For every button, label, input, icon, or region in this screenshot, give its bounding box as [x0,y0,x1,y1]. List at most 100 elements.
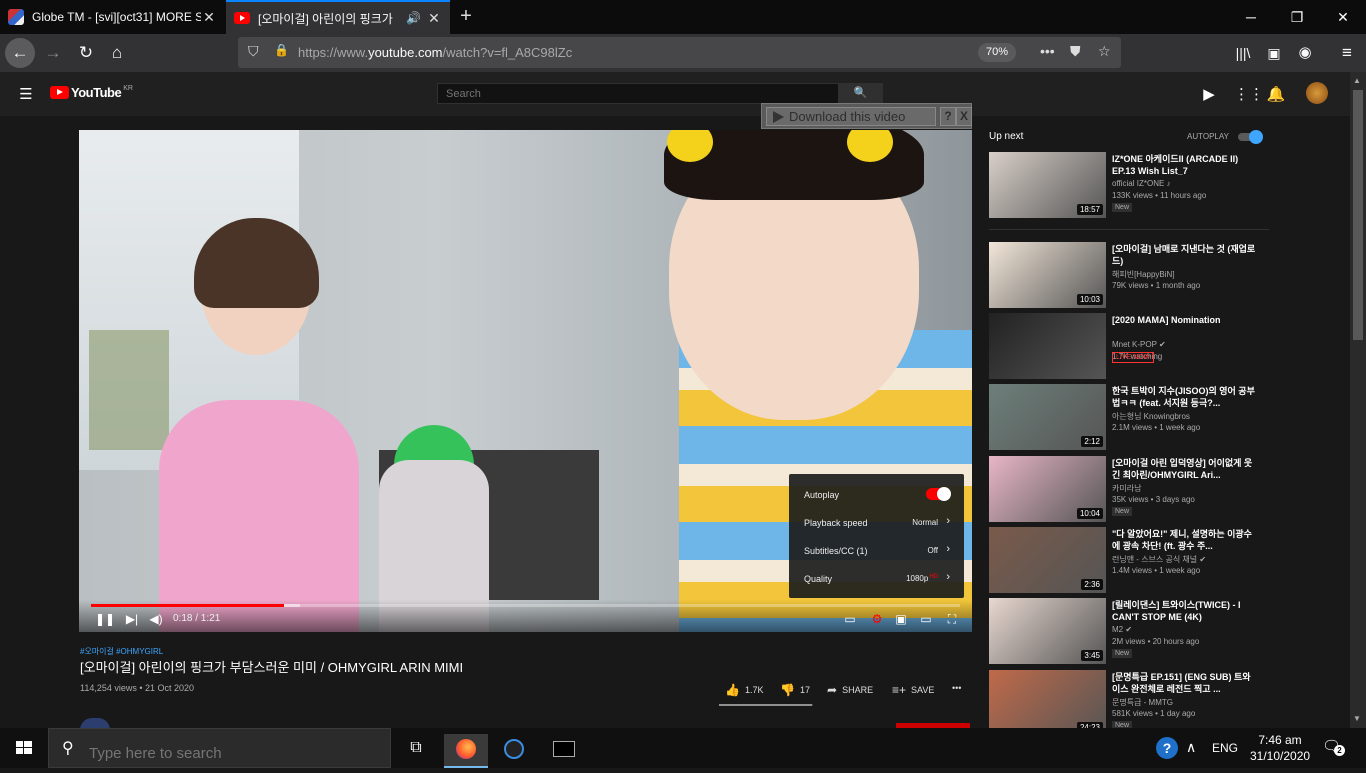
channel-name[interactable]: Mnet K-POP ✔ [1112,340,1166,349]
recommended-title[interactable]: [오마이걸] 남매로 지낸다는 것 (재업로드) [1112,243,1258,267]
menu-icon[interactable]: ≡ [1332,38,1362,68]
quality-setting[interactable]: Quality 1080pHD › [789,564,964,592]
video-thumbnail[interactable]: 2:12 [989,384,1106,450]
lock-icon[interactable]: 🔒 [274,43,289,57]
recommended-title[interactable]: IZ*ONE 아케이드II (ARCADE II) EP.13 Wish Lis… [1112,153,1258,177]
subtitles-setting[interactable]: Subtitles/CC (1) Off › [789,536,964,564]
fullscreen-icon[interactable]: ⛶ [945,612,959,626]
video-thumbnail[interactable]: 2:36 [989,527,1106,593]
pause-icon[interactable]: ❚❚ [95,612,115,626]
channel-name[interactable]: 해피빈[HappyBiN] [1112,269,1175,280]
close-download-button[interactable]: X [956,107,972,126]
scroll-up-icon[interactable]: ▲ [1353,76,1361,85]
recommended-video[interactable]: 2:36 "다 알았어요!" 제니, 설명하는 이광수에 광속 차단! (ft. … [989,527,1259,593]
pocket-icon[interactable]: ⛊ [1070,43,1081,60]
video-thumbnail[interactable]: 10:04 [989,456,1106,522]
channel-name[interactable]: 문명특급 - MMTG [1112,697,1173,708]
recommended-title[interactable]: [오마이걸 아린 입덕영상] 어이없게 웃긴 최아린/OHMYGIRL Ari.… [1112,457,1258,481]
notifications-bell-icon[interactable]: 🔔 [1266,85,1286,103]
sidebar-icon[interactable]: ▣ [1259,38,1289,68]
url-text[interactable]: https://www.youtube.com/watch?v=fl_A8C98… [298,45,572,60]
search-button[interactable]: 🔍 [838,83,883,104]
language-indicator[interactable]: ENG [1212,741,1238,755]
channel-name[interactable]: M2 ✔ [1112,625,1132,634]
recommended-video[interactable]: 3:45 [릴레이댄스] 트와이스(TWICE) - I CAN'T STOP M… [989,598,1259,664]
library-icon[interactable]: |||\ [1228,38,1258,68]
recommended-video[interactable]: 10:04 [오마이걸 아린 입덕영상] 어이없게 웃긴 최아린/OHMYGIRL… [989,456,1259,522]
minimize-button[interactable]: ─ [1228,0,1274,34]
close-window-button[interactable]: ✕ [1320,0,1366,34]
recommended-video[interactable]: 18:57 IZ*ONE 아케이드II (ARCADE II) EP.13 Wis… [989,152,1259,218]
taskbar-search-input[interactable] [48,728,391,768]
system-clock[interactable]: 7:46 am 31/10/2020 [1250,732,1310,764]
task-view-icon[interactable]: ⧉ [394,734,438,768]
notification-center-icon[interactable]: 🗨 2 [1322,737,1345,759]
recommended-title[interactable]: [2020 MAMA] Nomination [1112,314,1258,326]
recommended-video[interactable]: [2020 MAMA] Nomination Mnet K-POP ✔ 1.7K w… [989,313,1259,379]
scroll-down-icon[interactable]: ▼ [1353,714,1361,723]
subtitles-icon[interactable]: ▭ [843,612,857,626]
volume-icon[interactable]: ◀) [149,612,163,626]
search-input[interactable] [437,83,839,104]
browser-tab[interactable]: Globe TM - [svi][oct31] MORE S ✕ [0,0,225,34]
forward-button[interactable]: → [38,38,68,68]
recommended-video[interactable]: 2:12 한국 트박이 지수(JISOO)의 영어 공부법ㅋㅋ (feat. 서지… [989,384,1259,450]
reload-button[interactable]: ↻ [71,38,101,68]
autoplay-setting[interactable]: Autoplay [789,480,964,508]
recommended-title[interactable]: [문명특급 EP.151] (ENG SUB) 트와이스 완전체로 레전드 찍고… [1112,671,1258,695]
youtube-logo[interactable]: YouTube KR [50,85,133,100]
globe-app-taskbar-icon[interactable] [492,734,536,768]
playback-speed-setting[interactable]: Playback speed Normal › [789,508,964,536]
bookmark-star-icon[interactable]: ☆ [1098,43,1111,60]
recommended-title[interactable]: "다 알았어요!" 제니, 설명하는 이광수에 광속 차단! (ft. 광수 주… [1112,528,1258,552]
like-button[interactable]: 👍 1.7K [725,683,763,697]
url-bar[interactable]: ⛉ 🔒 https://www.youtube.com/watch?v=fl_A… [238,37,1121,68]
settings-gear-icon[interactable]: ⚙ [869,612,885,626]
close-tab-icon[interactable]: ✕ [426,10,442,27]
channel-name[interactable]: 아는형님 Knowingbros [1112,411,1190,422]
share-button[interactable]: ➦ SHARE [827,683,873,697]
apps-grid-icon[interactable]: ⋮⋮ [1234,85,1264,103]
recommended-video[interactable]: 24:23[문명특급 EP.151] (ENG SUB) 트와이스 완전체로 레… [989,670,1259,736]
more-actions-button[interactable]: ••• [952,683,961,693]
channel-name[interactable]: 카미라남 [1112,483,1141,494]
miniplayer-icon[interactable]: ▣ [894,612,908,626]
avatar[interactable] [1306,82,1328,104]
hashtags[interactable]: #오마이걸 #OHMYGIRL [80,646,163,657]
speaker-icon[interactable]: 🔊 [406,11,422,25]
channel-name[interactable]: 런닝맨 - 스브스 공식 채널 ✔ [1112,554,1206,565]
autoplay-toggle[interactable] [926,487,951,501]
page-scrollbar[interactable]: ▲ ▼ [1350,72,1366,728]
browser-tab-active[interactable]: [오마이걸] 아린이의 핑크가 🔊 ✕ [226,0,450,34]
zoom-level[interactable]: 70% [978,43,1016,62]
new-tab-button[interactable]: + [455,5,477,27]
save-button[interactable]: ≡+ SAVE [892,683,934,697]
more-actions-icon[interactable]: ••• [1040,43,1055,59]
dislike-button[interactable]: 👎 17 [780,683,810,697]
restore-button[interactable]: ❐ [1274,0,1320,34]
recommended-title[interactable]: [릴레이댄스] 트와이스(TWICE) - I CAN'T STOP ME (4… [1112,599,1258,623]
download-video-button[interactable]: Download this video [766,107,936,126]
create-video-icon[interactable]: ▶ [1199,85,1219,103]
help-icon[interactable]: ? [1156,737,1178,759]
autoplay-switch[interactable] [1238,130,1263,144]
video-thumbnail[interactable]: 24:23 [989,670,1106,736]
chevron-up-icon[interactable]: ∧ [1186,739,1196,756]
start-button[interactable] [0,728,48,768]
recommended-title[interactable]: 한국 트박이 지수(JISOO)의 영어 공부법ㅋㅋ (feat. 서지원 등극… [1112,385,1258,409]
close-tab-icon[interactable]: ✕ [201,9,217,26]
account-icon[interactable]: ◉ [1290,38,1320,68]
scroll-thumb[interactable] [1353,90,1363,340]
theater-mode-icon[interactable]: ▭ [919,612,933,626]
progress-bar[interactable] [91,604,960,607]
home-button[interactable]: ⌂ [102,38,132,68]
video-thumbnail[interactable]: 10:03 [989,242,1106,308]
help-button[interactable]: ? [940,107,956,126]
back-button[interactable]: ← [5,38,35,68]
shield-icon[interactable]: ⛉ [248,43,259,60]
video-thumbnail[interactable]: 3:45 [989,598,1106,664]
hamburger-menu-icon[interactable]: ☰ [16,85,36,103]
video-thumbnail[interactable] [989,313,1106,379]
next-icon[interactable]: ▶| [125,612,139,626]
channel-name[interactable]: official IZ*ONE ♪ [1112,179,1171,188]
